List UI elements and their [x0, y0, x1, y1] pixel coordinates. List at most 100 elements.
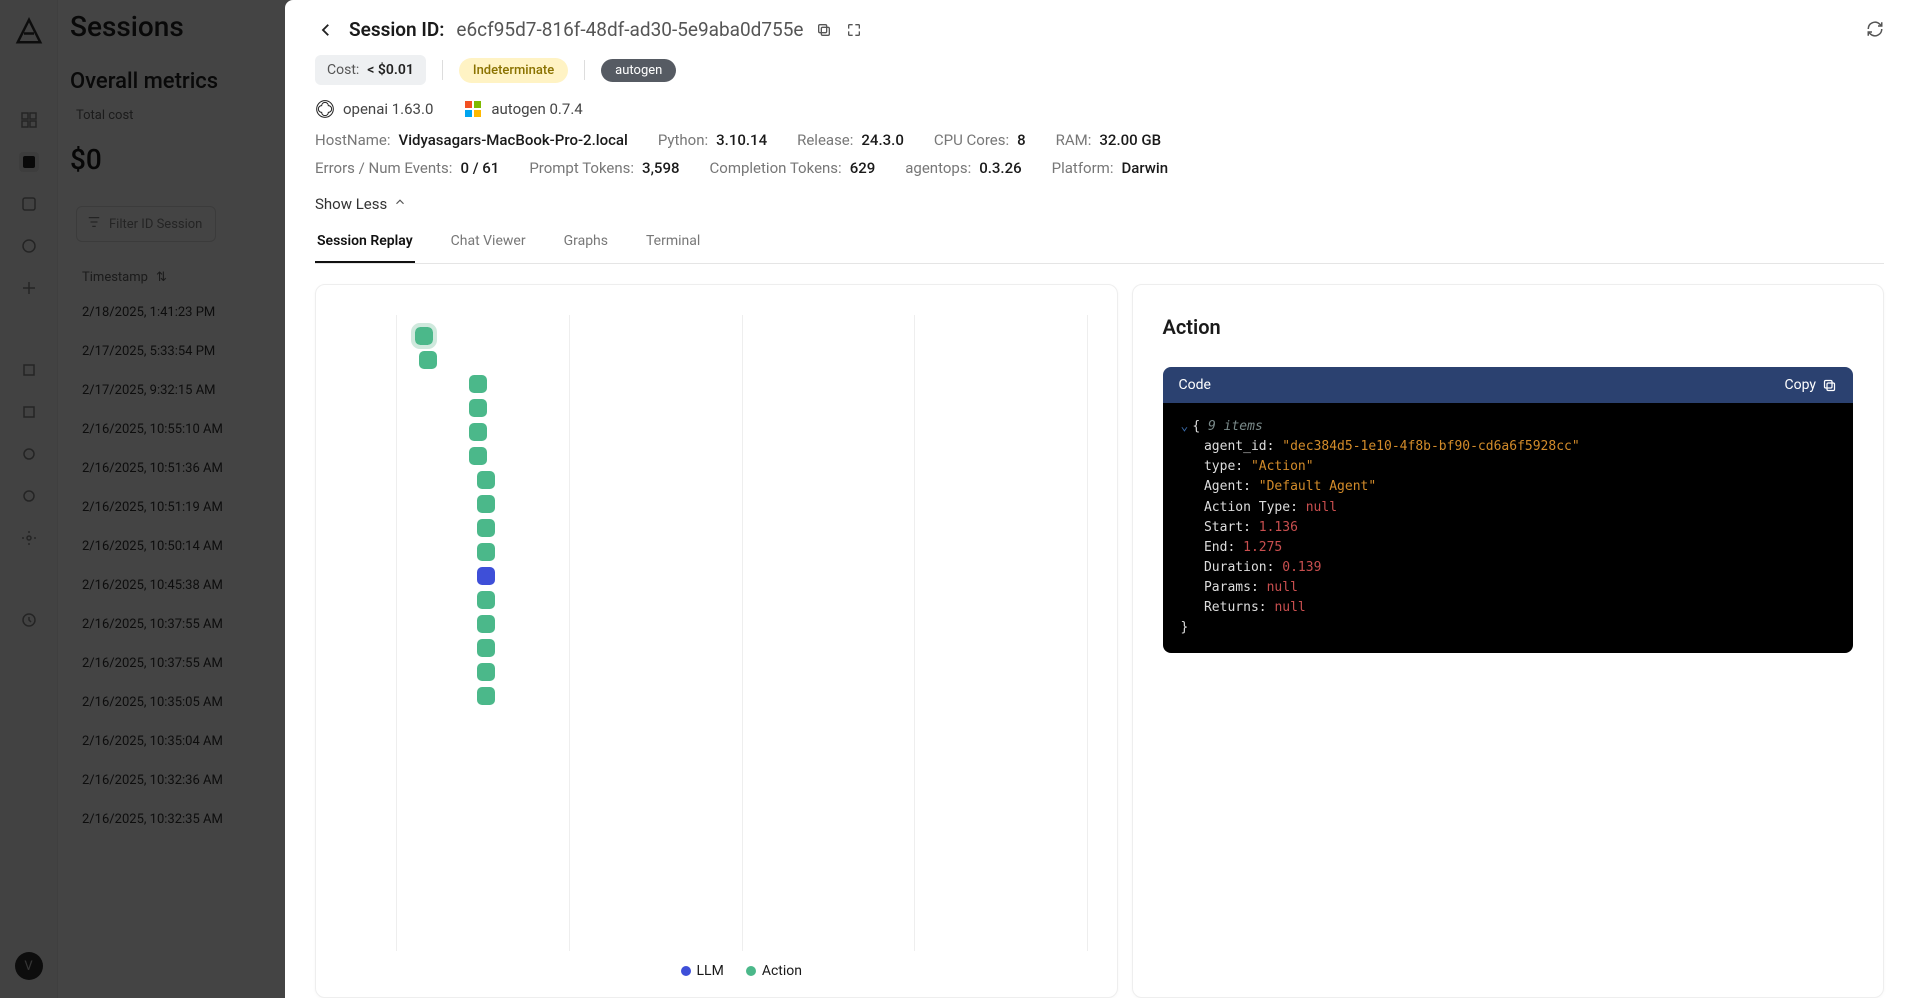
- session-id-label: Session ID:: [349, 18, 444, 41]
- nav-dashboard-icon[interactable]: [19, 110, 39, 130]
- cost-badge: Cost: < $0.01: [315, 55, 426, 85]
- json-item-count: 9 items: [1208, 419, 1263, 434]
- release-label: Release:: [797, 131, 853, 149]
- filter-icon: [87, 215, 101, 233]
- bg-sidebar: V: [0, 0, 58, 998]
- copy-code-button[interactable]: Copy: [1784, 377, 1837, 393]
- tab-terminal[interactable]: Terminal: [644, 233, 702, 263]
- copy-icon: [1822, 378, 1837, 393]
- action-panel-title: Action: [1163, 315, 1854, 339]
- cost-label: Cost:: [327, 62, 359, 78]
- nav-item-6-icon[interactable]: [19, 360, 39, 380]
- divider: [442, 60, 443, 80]
- waterfall-panel: LLM Action: [315, 284, 1118, 998]
- nav-item-4-icon[interactable]: [19, 236, 39, 256]
- nav-item-7-icon[interactable]: [19, 402, 39, 422]
- json-collapse-caret[interactable]: ⌄: [1181, 419, 1189, 434]
- agentops-value: 0.3.26: [979, 159, 1021, 177]
- waterfall-action-node[interactable]: [469, 375, 487, 393]
- prompt-label: Prompt Tokens:: [529, 159, 634, 177]
- waterfall-action-node[interactable]: [419, 351, 437, 369]
- sdk-openai: openai 1.63.0: [315, 99, 433, 119]
- tab-session-replay[interactable]: Session Replay: [315, 233, 415, 263]
- meta-row-1: HostName:Vidyasagars-MacBook-Pro-2.local…: [315, 131, 1884, 149]
- nav-item-8-icon[interactable]: [19, 444, 39, 464]
- prompt-value: 3,598: [642, 159, 679, 177]
- waterfall-action-node[interactable]: [477, 543, 495, 561]
- waterfall-action-node[interactable]: [477, 591, 495, 609]
- waterfall-action-node[interactable]: [477, 639, 495, 657]
- sdk-autogen-label: autogen 0.7.4: [491, 100, 582, 118]
- errors-label: Errors / Num Events:: [315, 159, 452, 177]
- legend-action-dot: [746, 966, 756, 976]
- sdk-row: openai 1.63.0 autogen 0.7.4: [315, 99, 1884, 119]
- ram-value: 32.00 GB: [1099, 131, 1161, 149]
- code-body[interactable]: ⌄{ 9 items agent_id: "dec384d5-1e10-4f8b…: [1163, 403, 1854, 653]
- session-detail-modal: Session ID: e6cf95d7-816f-48df-ad30-5e9a…: [285, 0, 1914, 998]
- divider: [584, 60, 585, 80]
- user-avatar[interactable]: V: [15, 952, 43, 980]
- waterfall-action-node[interactable]: [477, 495, 495, 513]
- python-value: 3.10.14: [716, 131, 767, 149]
- modal-header: Session ID: e6cf95d7-816f-48df-ad30-5e9a…: [315, 18, 1884, 41]
- waterfall-action-node[interactable]: [477, 471, 495, 489]
- refresh-icon[interactable]: [1866, 20, 1884, 38]
- nav-settings-icon[interactable]: [19, 528, 39, 548]
- waterfall-action-node[interactable]: [477, 687, 495, 705]
- hostname-label: HostName:: [315, 131, 391, 149]
- status-badge: Indeterminate: [459, 58, 568, 83]
- python-label: Python:: [658, 131, 708, 149]
- waterfall-llm-node[interactable]: [477, 567, 495, 585]
- show-less-label: Show Less: [315, 195, 387, 213]
- completion-label: Completion Tokens:: [710, 159, 842, 177]
- waterfall-action-node[interactable]: [415, 327, 433, 345]
- release-value: 24.3.0: [861, 131, 903, 149]
- bg-filter-input[interactable]: Filter ID Session: [76, 206, 216, 242]
- waterfall-action-node[interactable]: [469, 399, 487, 417]
- code-header: Code Copy: [1163, 367, 1854, 403]
- nav-item-3-icon[interactable]: [19, 194, 39, 214]
- back-button[interactable]: [315, 19, 337, 41]
- legend-action: Action: [746, 963, 802, 979]
- panels: LLM Action Action Code Copy ⌄{ 9 items a…: [315, 284, 1884, 998]
- nav-item-9-icon[interactable]: [19, 486, 39, 506]
- platform-label: Platform:: [1052, 159, 1114, 177]
- sdk-openai-label: openai 1.63.0: [343, 100, 433, 118]
- ram-label: RAM:: [1056, 131, 1092, 149]
- code-header-label: Code: [1179, 377, 1211, 393]
- waterfall-action-node[interactable]: [469, 447, 487, 465]
- legend-llm-dot: [681, 966, 691, 976]
- waterfall-action-node[interactable]: [477, 519, 495, 537]
- waterfall-action-node[interactable]: [477, 663, 495, 681]
- cpu-label: CPU Cores:: [934, 131, 1009, 149]
- waterfall-action-node[interactable]: [477, 615, 495, 633]
- session-id-value: e6cf95d7-816f-48df-ad30-5e9aba0d755e: [456, 18, 803, 41]
- waterfall-action-node[interactable]: [469, 423, 487, 441]
- legend-action-label: Action: [762, 963, 802, 979]
- tab-graphs[interactable]: Graphs: [562, 233, 610, 263]
- legend-llm: LLM: [681, 963, 724, 979]
- timestamp-header[interactable]: Timestamp: [82, 270, 148, 285]
- code-block: Code Copy ⌄{ 9 items agent_id: "dec384d5…: [1163, 367, 1854, 653]
- expand-icon[interactable]: [845, 21, 863, 39]
- legend-llm-label: LLM: [697, 963, 724, 979]
- completion-value: 629: [850, 159, 876, 177]
- nav-item-5-icon[interactable]: [19, 278, 39, 298]
- waterfall-grid: [396, 315, 1087, 951]
- sort-icon[interactable]: ⇅: [156, 270, 167, 285]
- filter-placeholder: Filter ID Session: [109, 217, 202, 232]
- tabs: Session Replay Chat Viewer Graphs Termin…: [315, 233, 1884, 264]
- platform-value: Darwin: [1121, 159, 1168, 177]
- cpu-value: 8: [1017, 131, 1026, 149]
- copy-id-icon[interactable]: [815, 21, 833, 39]
- copy-label: Copy: [1784, 377, 1816, 393]
- nav-sessions-icon[interactable]: [19, 152, 39, 172]
- microsoft-logo-icon: [463, 99, 483, 119]
- nav-item-11-icon[interactable]: [19, 610, 39, 630]
- show-less-toggle[interactable]: Show Less: [315, 195, 1884, 213]
- agent-tag-badge: autogen: [601, 59, 676, 82]
- chevron-up-icon: [393, 195, 407, 213]
- agentops-label: agentops:: [905, 159, 971, 177]
- legend: LLM Action: [396, 963, 1087, 979]
- tab-chat-viewer[interactable]: Chat Viewer: [449, 233, 528, 263]
